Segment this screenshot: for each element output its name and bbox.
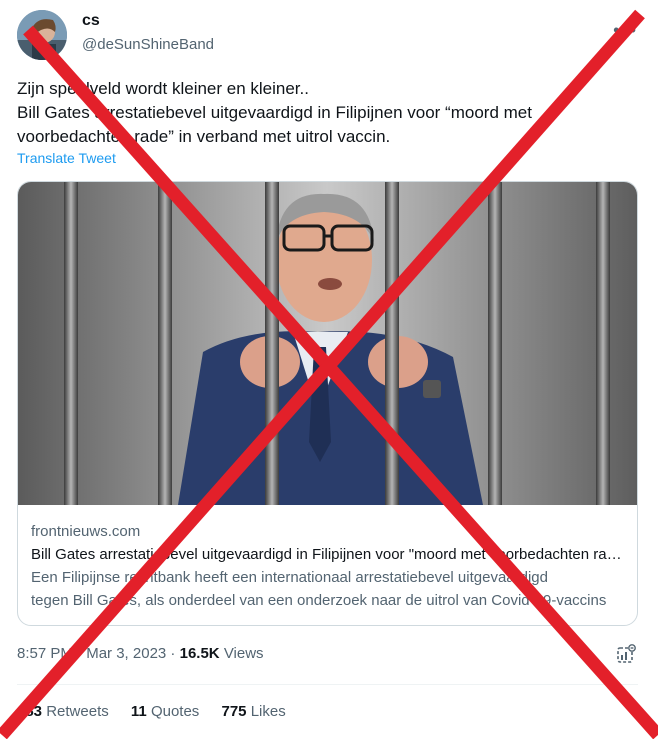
retweets-label: Retweets (46, 703, 109, 720)
meta-separator: · (72, 645, 87, 662)
more-icon[interactable]: ••• (613, 20, 638, 41)
card-description: Een Filipijnse rechtbank heeft een inter… (31, 566, 626, 612)
quotes-stat[interactable]: 11 Quotes (131, 703, 199, 720)
tweet-line: Bill Gates arrestatiebevel uitgevaardigd… (17, 103, 532, 122)
quotes-count: 11 (130, 703, 147, 720)
divider (17, 684, 638, 685)
tweet-date[interactable]: Mar 3, 2023 (86, 645, 166, 662)
views-label: Views (223, 645, 264, 662)
analytics-icon[interactable] (616, 644, 636, 664)
card-title: Bill Gates arrestatiebevel uitgevaardigd… (31, 546, 626, 563)
link-card[interactable]: frontnieuws.com Bill Gates arrestatiebev… (17, 181, 638, 626)
tweet-line: Zijn speelveld wordt kleiner en kleiner.… (17, 79, 309, 98)
engagement-stats: 183 Retweets 11 Quotes 775 Likes (17, 703, 304, 720)
views-count: 16.5K (179, 645, 220, 662)
tweet-time[interactable]: 8:57 PM (17, 645, 73, 662)
display-name[interactable]: cs (82, 12, 100, 30)
translate-tweet-link[interactable]: Translate Tweet (17, 150, 116, 166)
likes-count: 775 (221, 703, 247, 720)
tweet-text: Zijn speelveld wordt kleiner en kleiner.… (17, 77, 637, 149)
card-domain: frontnieuws.com (31, 523, 141, 540)
retweets-count: 183 (17, 703, 43, 720)
card-description-line: Een Filipijnse rechtbank heeft een inter… (31, 569, 548, 586)
likes-label: Likes (250, 703, 286, 720)
tweet-line: voorbedachten rade” in verband met uitro… (17, 127, 391, 146)
tweet-meta: 8:57 PM · Mar 3, 2023 · 16.5K Views (17, 645, 264, 662)
card-image (18, 182, 637, 505)
likes-stat[interactable]: 775 Likes (221, 703, 285, 720)
user-handle[interactable]: @deSunShineBand (82, 36, 214, 53)
retweets-stat[interactable]: 183 Retweets (17, 703, 109, 720)
avatar[interactable] (17, 10, 67, 60)
meta-separator: · (166, 645, 180, 662)
card-meta: frontnieuws.com Bill Gates arrestatiebev… (31, 520, 626, 612)
avatar-image (17, 10, 67, 60)
card-description-line: tegen Bill Gates, als onderdeel van een … (31, 592, 607, 609)
quotes-label: Quotes (150, 703, 200, 720)
